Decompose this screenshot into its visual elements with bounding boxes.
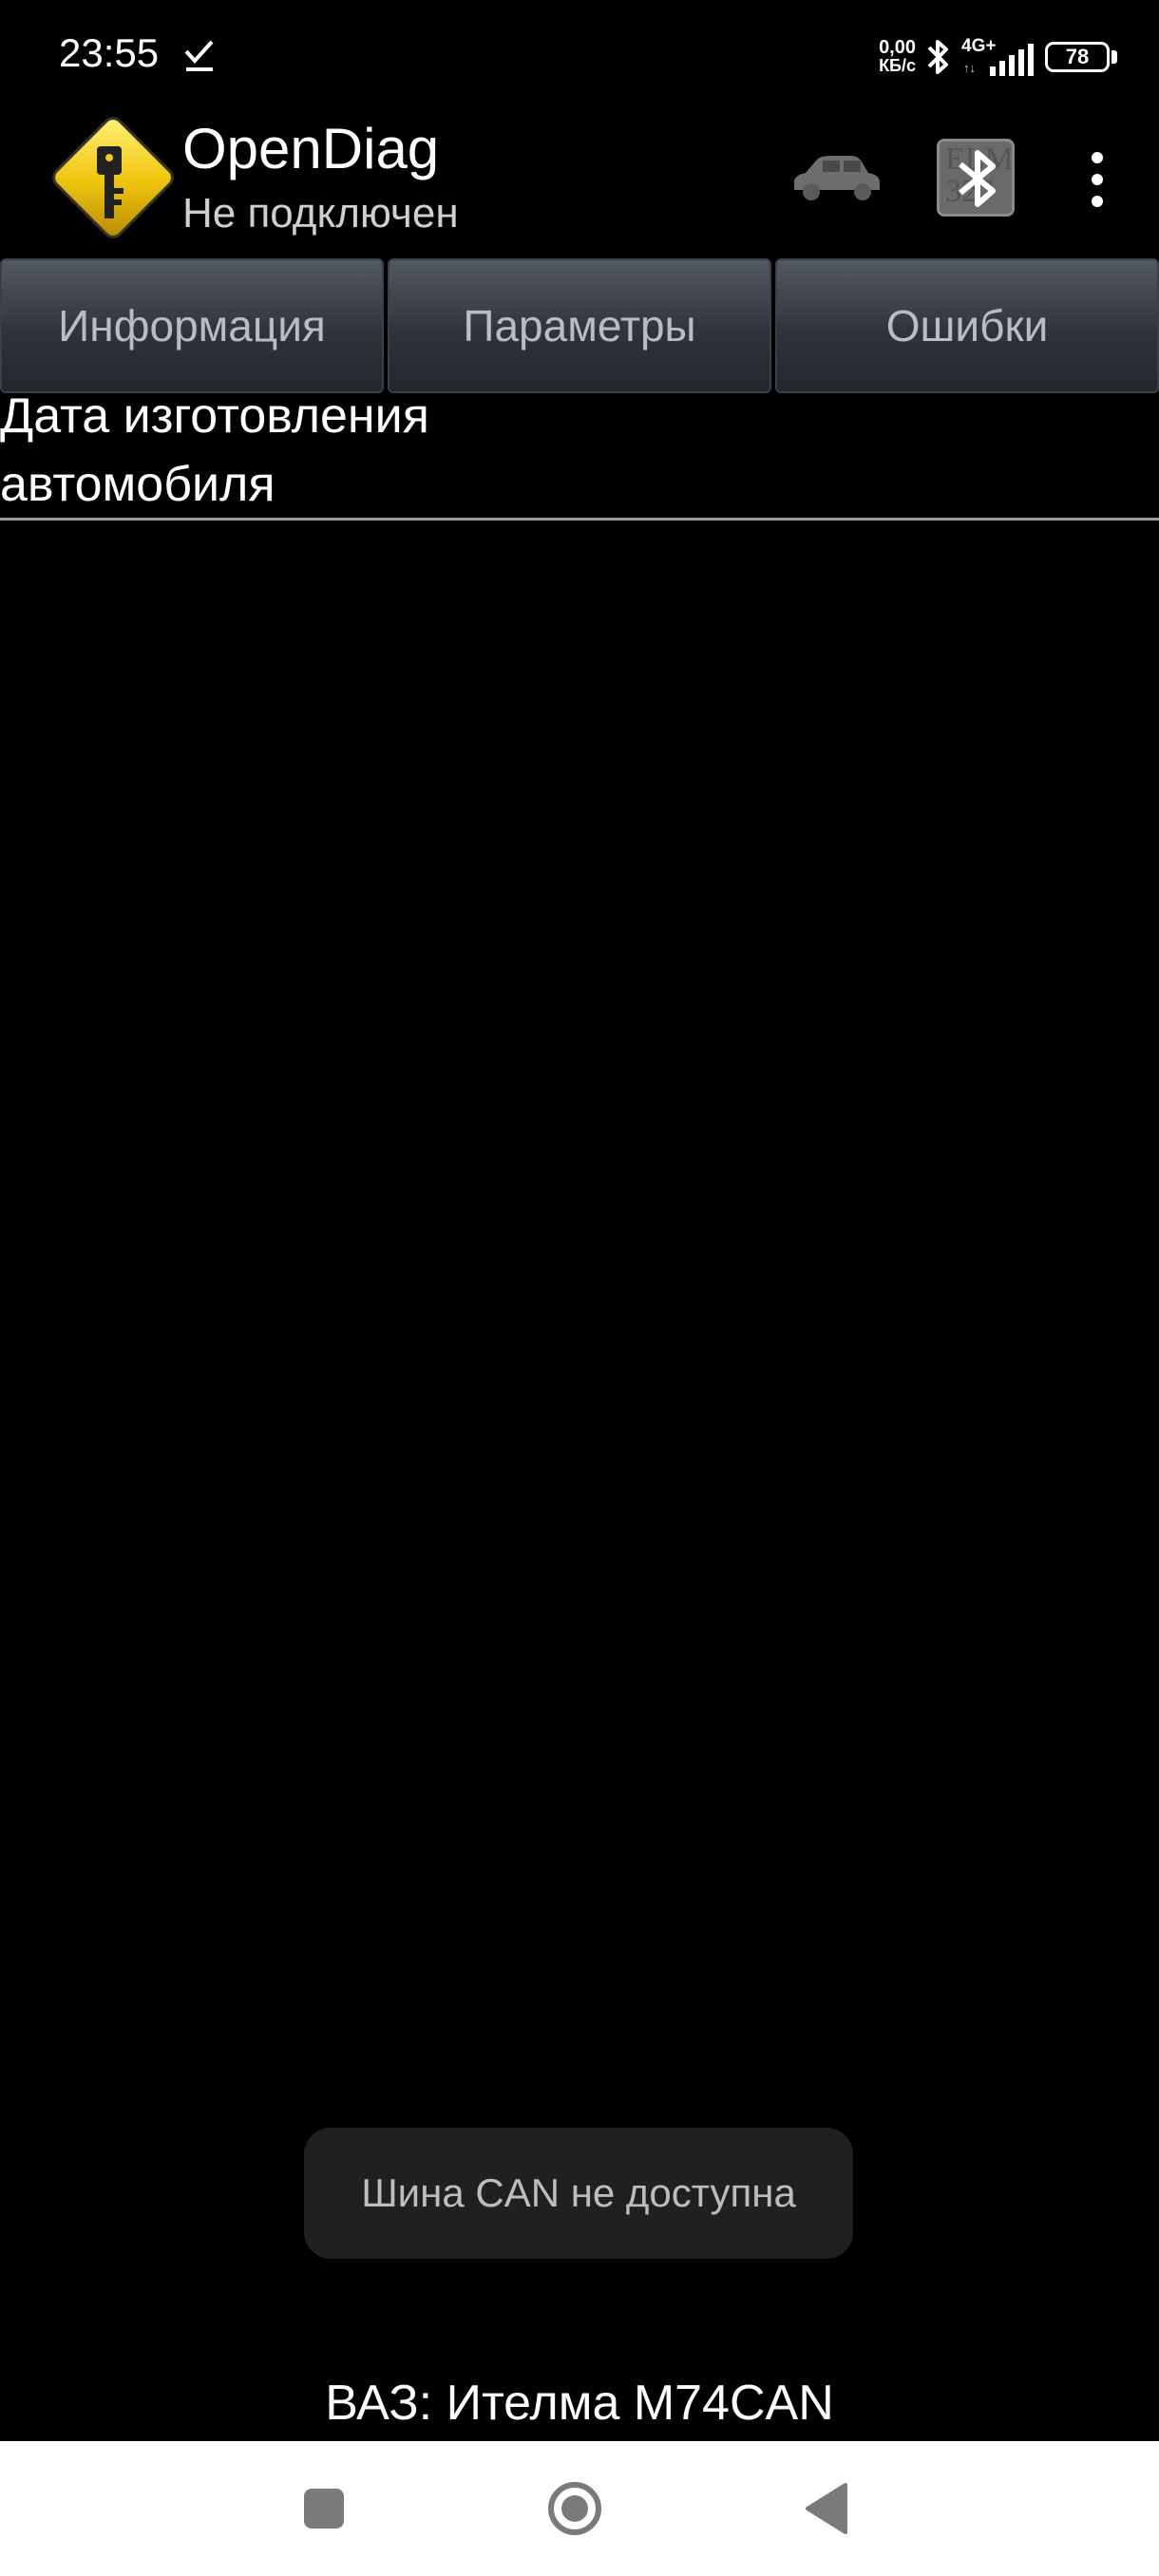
manufacture-date-label: Дата изготовления автомобиля (0, 388, 429, 512)
ecu-label: ВАЗ: Ителма M74CAN (325, 2376, 834, 2431)
back-icon[interactable] (804, 2481, 849, 2536)
more-vert-icon[interactable] (1083, 148, 1112, 211)
navigation-bar (0, 2441, 1159, 2576)
home-icon[interactable] (547, 2481, 602, 2536)
battery-level: 78 (1065, 45, 1090, 68)
car-icon[interactable] (788, 152, 884, 207)
battery-tip (1112, 50, 1117, 64)
network-speed: 0,00 КБ/с (879, 37, 916, 75)
data-arrows-icon: ↑↓ (963, 61, 976, 75)
status-time: 23:55 (59, 30, 160, 75)
recents-icon[interactable] (304, 2489, 344, 2529)
signal-bars-icon (990, 44, 1034, 76)
status-bar: 23:55 0,00 КБ/с 4G+ ↑↓ 78 (0, 0, 1159, 104)
check-icon (184, 40, 214, 71)
tab-parameters[interactable]: Параметры (388, 258, 771, 393)
bluetooth-icon (959, 150, 996, 207)
tab-errors[interactable]: Ошибки (775, 258, 1159, 393)
tab-info[interactable]: Информация (0, 258, 384, 393)
battery-icon: 78 (1045, 42, 1110, 72)
connection-status: Не подключен (182, 190, 459, 237)
app-logo-icon[interactable] (44, 108, 182, 247)
bluetooth-icon (927, 40, 948, 74)
action-bar: OpenDiag Не подключен ELM 327 (0, 104, 1159, 256)
bluetooth-connect-button[interactable]: ELM 327 (937, 139, 1015, 217)
signal-icon: 4G+ ↑↓ (961, 36, 1036, 76)
network-speed-value: 0,00 (879, 37, 916, 58)
toast-message: Шина CAN не доступна (304, 2128, 853, 2259)
divider (0, 518, 1159, 521)
app-title: OpenDiag (182, 117, 440, 180)
status-indicators: 0,00 КБ/с 4G+ ↑↓ 78 (879, 34, 1117, 80)
tab-bar: Информация Параметры Ошибки (0, 258, 1159, 395)
network-speed-unit: КБ/с (879, 56, 916, 75)
